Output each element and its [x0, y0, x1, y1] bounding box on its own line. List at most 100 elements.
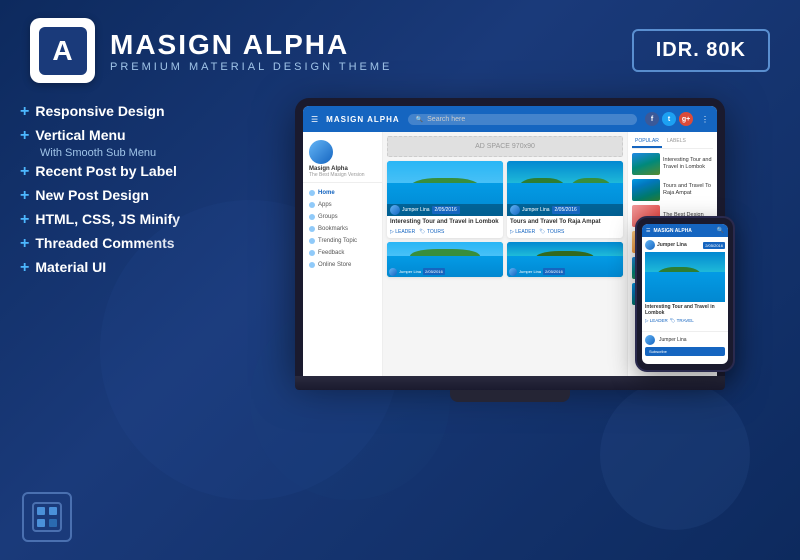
hamburger-icon: ☰ — [311, 115, 318, 124]
phone-post-tags: ▷ LEADER 🏷 TRAVEL — [645, 318, 725, 324]
right-post-text-2: Tours and Travel To Raja Ampat — [663, 183, 713, 197]
sidebar-avatar — [309, 140, 333, 164]
post-row-1: Jumper Lina 2/05/2016 Interesting Tour a… — [383, 161, 627, 238]
post-date-2: 2/05/2016 — [552, 206, 580, 214]
post-card-2[interactable]: Jumper Lina 2/05/2016 Tours and Travel T… — [507, 161, 623, 238]
ad-space: AD SPACE 970x90 — [387, 136, 623, 157]
header-title: MASIGN ALPHA PREMIUM MATERIAL DESIGN THE… — [110, 29, 392, 73]
plus-icon-1: + — [20, 103, 29, 121]
post-author-2: Jumper Lina — [522, 207, 550, 213]
phone-tag-leader: ▷ LEADER — [645, 318, 668, 324]
post-author-3: Jumper Lina — [399, 269, 421, 274]
site-search-bar[interactable]: 🔍 Search here — [408, 114, 637, 125]
post-overlay-2: Jumper Lina 2/05/2016 — [507, 204, 623, 216]
sidebar-feedback-label: Feedback — [318, 250, 344, 256]
sidebar-bookmarks-label: Bookmarks — [318, 226, 348, 232]
post-meta-2: ▷ LEADER 🏷 TOURS — [510, 229, 620, 235]
social-links: f t g+ — [645, 112, 693, 126]
sidebar-groups-label: Groups — [318, 214, 338, 220]
logo-icon: A — [39, 27, 87, 75]
bottom-logo — [22, 492, 72, 542]
phone-brand: MASIGN ALPHA — [653, 228, 713, 234]
phone-next-btn[interactable]: Subscribe — [645, 347, 725, 356]
site-sidebar: Masign Alpha The Best Masign Version Hom… — [303, 132, 383, 376]
feature-new-post: + New Post Design — [20, 187, 220, 205]
site-brand: MASIGN ALPHA — [326, 115, 399, 124]
phone-search-icon[interactable]: 🔍 — [717, 227, 724, 234]
phone-post-img — [645, 252, 725, 302]
feature-label-3: Recent Post by Label — [35, 163, 177, 179]
phone-water — [645, 272, 725, 302]
sidebar-item-trending[interactable]: Trending Topic — [303, 235, 382, 247]
sidebar-dot-feedback — [309, 250, 315, 256]
phone-next-post: Jumper Lina Subscribe — [642, 331, 728, 359]
post-tag-leader-1: ▷ LEADER — [390, 229, 415, 235]
plus-icon-2: + — [20, 127, 29, 145]
post-card-4[interactable]: Jumper Lina 2/05/2016 — [507, 242, 623, 277]
phone-island-scene — [645, 252, 725, 302]
more-icon[interactable]: ⋮ — [701, 115, 709, 124]
google-plus-btn[interactable]: g+ — [679, 112, 693, 126]
sidebar-item-groups[interactable]: Groups — [303, 211, 382, 223]
feature-label-4: New Post Design — [35, 187, 149, 203]
sidebar-dot-store — [309, 262, 315, 268]
post-image-4: Jumper Lina 2/05/2016 — [507, 242, 623, 277]
sidebar-dot-bookmarks — [309, 226, 315, 232]
sidebar-user: Masign Alpha The Best Masign Version — [303, 136, 382, 183]
sidebar-item-home[interactable]: Home — [303, 187, 382, 199]
sidebar-item-apps[interactable]: Apps — [303, 199, 382, 211]
price-badge: IDR. 80K — [632, 29, 770, 72]
phone-next-avatar — [645, 335, 655, 345]
post-meta-1: ▷ LEADER 🏷 TOURS — [390, 229, 500, 235]
right-tabs: POPULAR LABELS — [632, 136, 713, 149]
right-post-item-1[interactable]: Interesting Tour and Travel in Lombok — [632, 153, 713, 175]
bottom-logo-icon — [31, 501, 63, 533]
post-avatar-4 — [509, 268, 517, 276]
phone-next-author: Jumper Lina — [659, 337, 687, 343]
tab-popular[interactable]: POPULAR — [632, 136, 662, 148]
bg-decoration-3 — [600, 380, 750, 530]
sidebar-item-feedback[interactable]: Feedback — [303, 247, 382, 259]
post-card-3[interactable]: Jumper Lina 2/05/2016 — [387, 242, 503, 277]
right-post-item-2[interactable]: Tours and Travel To Raja Ampat — [632, 179, 713, 201]
plus-icon-7: + — [20, 259, 29, 277]
sidebar-dot-apps — [309, 202, 315, 208]
post-tag-tours-1: 🏷 TOURS — [419, 229, 444, 235]
logo-box: A — [30, 18, 95, 83]
sidebar-apps-label: Apps — [318, 202, 332, 208]
post-overlay-1: Jumper Lina 2/05/2016 — [387, 204, 503, 216]
phone-avatar-row: Jumper Lina 2/05/2016 — [645, 240, 725, 250]
site-main-content: AD SPACE 970x90 — [383, 132, 627, 376]
sidebar-dot-groups — [309, 214, 315, 220]
feature-label-5: HTML, CSS, JS Minify — [35, 211, 180, 227]
search-icon: 🔍 — [416, 116, 423, 123]
post-info-1: Interesting Tour and Travel in Lombok ▷ … — [387, 216, 503, 238]
phone-screen: ☰ MASIGN ALPHA 🔍 Jumper Lina 2/05/2016 — [642, 224, 728, 364]
site-navbar: ☰ MASIGN ALPHA 🔍 Search here f t g+ ⋮ — [303, 106, 717, 132]
feature-vertical-menu: + Vertical Menu — [20, 127, 220, 145]
post-avatar-3 — [389, 268, 397, 276]
phone-tag-travel: 🏷 TRAVEL — [670, 318, 694, 324]
post-date-3: 2/05/2016 — [423, 268, 445, 275]
post-avatar-2 — [510, 205, 520, 215]
post-title-1: Interesting Tour and Travel in Lombok — [390, 219, 500, 227]
sidebar-item-bookmarks[interactable]: Bookmarks — [303, 223, 382, 235]
post-image-2: Jumper Lina 2/05/2016 — [507, 161, 623, 216]
sidebar-dot-trending — [309, 238, 315, 244]
laptop-base — [295, 376, 725, 390]
feature-sub-2: With Smooth Sub Menu — [40, 147, 220, 159]
twitter-btn[interactable]: t — [662, 112, 676, 126]
post-info-2: Tours and Travel To Raja Ampat ▷ LEADER … — [507, 216, 623, 238]
tab-labels[interactable]: LABELS — [664, 136, 689, 148]
post-avatar-1 — [390, 205, 400, 215]
facebook-btn[interactable]: f — [645, 112, 659, 126]
post-card-1[interactable]: Jumper Lina 2/05/2016 Interesting Tour a… — [387, 161, 503, 238]
right-thumb-2 — [632, 179, 660, 201]
phone-post-card: Jumper Lina 2/05/2016 Interesting Tour a… — [642, 237, 728, 327]
laptop-container: ☰ MASIGN ALPHA 🔍 Search here f t g+ ⋮ — [295, 98, 725, 402]
sidebar-item-store[interactable]: Online Store — [303, 259, 382, 271]
post-tag-tours-2: 🏷 TOURS — [539, 229, 564, 235]
post-author-4: Jumper Lina — [519, 269, 541, 274]
feature-label-2: Vertical Menu — [35, 127, 125, 143]
phone-avatar — [645, 240, 655, 250]
